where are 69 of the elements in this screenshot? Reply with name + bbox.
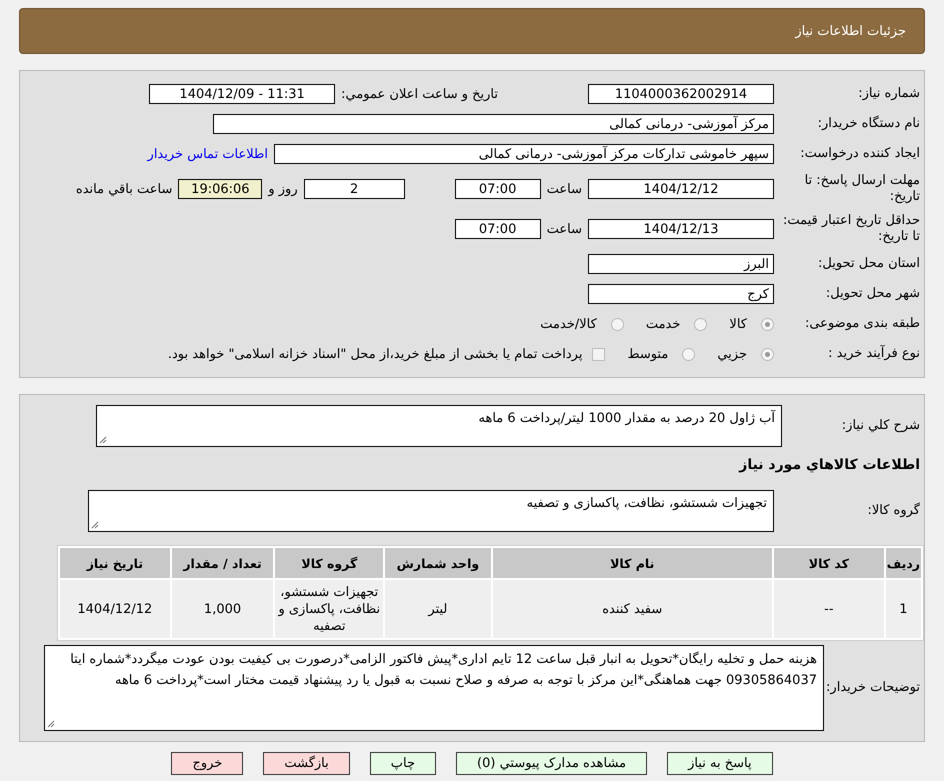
deadline-time-field: 07:00 [454,179,541,199]
table-cell: سفید کننده [492,580,772,638]
goods-group-field: تجهیزات شستشو، نظافت، پاکسازی و تصفیه [88,490,774,532]
announce-date-field: 1404/12/09 - 11:31 [149,84,336,104]
field-label: ايجاد کننده درخواست: [799,146,921,162]
field-label: شماره نیاز: [857,86,921,102]
field-label: استان محل تحويل: [817,256,921,272]
table-cell: لیتر [385,580,491,638]
resize-grip-icon[interactable] [91,521,99,529]
column-header: کد کالا [774,548,884,578]
field-label: حداقل تاريخ اعتبار قيمت: تا تاريخ: [782,213,921,245]
requester-field: سپهر خاموشی تدارکات مرکز آموزشی- درمانی کمالی [274,144,774,164]
table-cell: 1,000 [172,580,274,638]
section-label: گروه کالا: [866,503,921,519]
action-button[interactable]: مشاهده مدارک پيوستي (0) [456,752,648,775]
field-label: طبقه بندی موضوعی: [804,316,921,332]
action-button[interactable]: چاپ [370,752,436,775]
option-label: متوسط [627,346,668,362]
page-title: جزئیات اطلاعات نیاز [795,24,906,38]
field-label: نام دستگاه خريدار: [816,116,921,132]
buyer-org-field: مرکز آموزشی- درمانی کمالی [213,114,774,134]
table-cell: تجهیزات شستشو، نظافت، پاکسازی و تصفیه [275,580,384,638]
days-field: 2 [304,179,405,199]
section-label: شرح کلي نياز: [840,418,921,434]
field-label: شهر محل تحويل: [824,286,921,302]
field-label: ساعت [546,182,582,196]
field-label: روز و [268,182,298,196]
column-header: نام کالا [492,548,772,578]
validity-time-field: 07:00 [454,219,541,239]
description-field: آب ژاول 20 درصد به مقدار 1000 لیتر/پرداخت 6 ماهه [96,405,782,447]
option-label: خدمت [646,316,680,332]
option-label: جزيي [717,346,747,362]
checkbox[interactable] [592,348,606,360]
resize-grip-icon[interactable] [47,720,55,728]
column-header: تعداد / مقدار [172,548,274,578]
field-label: ساعت باقي مانده [76,182,172,196]
section-label: توضيحات خريدار: [825,680,921,696]
province-field: البرز [588,254,774,274]
need-number-field: 1104000362002914 [588,84,774,104]
radio-button[interactable] [694,318,708,330]
field-label: ساعت [546,222,582,236]
radio-button[interactable] [610,318,624,330]
section-heading: اطلاعات کالاهاي مورد نياز [739,457,921,473]
field-label: مهلت ارسال پاسخ: تا تاريخ: [804,173,921,205]
buyer-notes-field: هزینه حمل و تخلیه رایگان*تحویل به انبار قبل ساعت 12 تایم اداری*پیش فاکتور الزامی*درصورت بی کیفیت بودن عودت میگردد*شماره ایتا 09305864037 جهت هماهنگی*این مرکز با توجه به صرفه و صلاح نسبت به قبول یا رد پیشنهاد قیمت مختار است*پرداخت 6 ماهه [44,645,824,731]
option-label: کالا/خدمت [540,316,597,332]
action-button[interactable]: پاسخ به نياز [667,752,773,775]
deadline-date-field: 1404/12/12 [588,179,774,199]
column-header: رديف [886,548,921,578]
table-cell: 1 [886,580,921,638]
column-header: واحد شمارش [385,548,491,578]
table-cell: -- [774,580,884,638]
city-field: کرج [588,284,774,304]
field-label: نوع فرآيند خريد : [827,346,921,362]
remaining-time-field: 19:06:06 [178,179,262,199]
radio-button[interactable] [761,348,774,360]
resize-grip-icon[interactable] [99,436,107,444]
buyer-contact-link[interactable]: اطلاعات تماس خريدار [148,146,268,162]
column-header: گروه کالا [275,548,384,578]
table-cell: 1404/12/12 [60,580,170,638]
option-label: کالا [729,316,747,332]
action-button[interactable]: خروج [171,752,244,775]
radio-button[interactable] [682,348,696,360]
field-label: تاريخ و ساعت اعلان عمومي: [341,86,498,102]
radio-button[interactable] [761,318,774,330]
treasury-note: پرداخت تمام یا بخشی از مبلغ خرید،از محل "اسناد خزانه اسلامی" خواهد بود. [168,346,582,362]
validity-date-field: 1404/12/13 [588,219,774,239]
column-header: تاريخ نياز [60,548,170,578]
action-button[interactable]: بازگشت [263,752,350,775]
